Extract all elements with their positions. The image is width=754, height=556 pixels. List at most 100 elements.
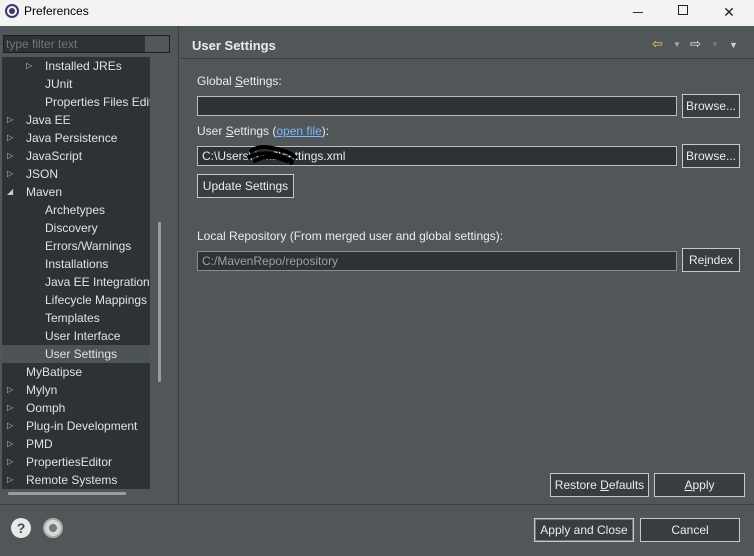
collapsed-chevron-icon[interactable]: ▷: [7, 417, 17, 435]
tree-item-label: JavaScript: [26, 149, 83, 163]
collapsed-chevron-icon[interactable]: ▷: [7, 399, 17, 417]
tree-item-label: Remote Systems: [26, 473, 118, 487]
tree-item[interactable]: ▷ Mylyn: [2, 381, 150, 399]
user-settings-label: User Settings (open file):: [197, 124, 329, 138]
tree-item-label: JUnit: [45, 77, 73, 91]
title-bar: Preferences ✕: [0, 0, 754, 26]
tree-item[interactable]: MyBatipse: [2, 363, 150, 381]
tree-item[interactable]: ▷ Remote Systems: [2, 471, 150, 489]
user-browse-button[interactable]: Browse...: [682, 144, 740, 168]
tree-item-label: User Interface: [45, 329, 121, 343]
tree-item-label: PMD: [26, 437, 53, 451]
tree-item[interactable]: Installations: [2, 255, 150, 273]
filter-input[interactable]: [4, 36, 144, 52]
tree-item[interactable]: ▷ Plug-in Development: [2, 417, 150, 435]
tree-item-label: Java Persistence: [26, 131, 118, 145]
tree-item-label: Archetypes: [45, 203, 106, 217]
local-repository-label: Local Repository (From merged user and g…: [197, 229, 504, 243]
back-arrow-icon[interactable]: ⇦: [652, 36, 663, 52]
tree-item[interactable]: Properties Files Editor: [2, 93, 150, 111]
tree-item[interactable]: Lifecycle Mappings: [2, 291, 150, 309]
user-settings-label-part: ettings (: [233, 124, 277, 138]
tree-item[interactable]: User Settings: [2, 345, 150, 363]
tree-item[interactable]: Discovery: [2, 219, 150, 237]
restore-defaults-button[interactable]: Restore Defaults: [550, 473, 649, 497]
tree-item-label: Installations: [45, 257, 109, 271]
tree-vertical-scrollbar[interactable]: [158, 222, 161, 382]
user-settings-mnemonic: S: [225, 124, 234, 138]
help-icon[interactable]: ?: [11, 518, 31, 538]
apply-label-part: pply: [692, 478, 715, 492]
close-window-button[interactable]: ✕: [706, 0, 752, 26]
restore-defaults-label-part: efaults: [608, 478, 645, 492]
cancel-button[interactable]: Cancel: [640, 518, 740, 542]
tree-item[interactable]: ▷ JSON: [2, 165, 150, 183]
tree-item[interactable]: ▷ PropertiesEditor: [2, 453, 150, 471]
tree-item[interactable]: ▷ JavaScript: [2, 147, 150, 165]
tree-item[interactable]: ▷ Oomph: [2, 399, 150, 417]
tree-item[interactable]: ▷ Java EE: [2, 111, 150, 129]
collapsed-chevron-icon[interactable]: ▷: [7, 147, 17, 165]
window-title: Preferences: [24, 4, 89, 18]
reindex-label-part: ndex: [706, 253, 734, 267]
tree-item[interactable]: User Interface: [2, 327, 150, 345]
collapsed-chevron-icon[interactable]: ▷: [7, 435, 17, 453]
maximize-icon: [678, 5, 688, 15]
pane-splitter[interactable]: [178, 26, 179, 504]
header-divider: [180, 58, 754, 59]
forward-history-chevron-icon[interactable]: ▼: [711, 40, 719, 56]
tree-horizontal-scrollbar[interactable]: [8, 492, 126, 495]
close-icon: ✕: [723, 4, 735, 20]
tree-item-label: Mylyn: [26, 383, 58, 397]
reindex-label-part: Re: [688, 253, 705, 267]
apply-button[interactable]: Apply: [654, 473, 745, 497]
apply-mnemonic: A: [684, 478, 693, 492]
footer-divider: [0, 504, 754, 505]
apply-and-close-button[interactable]: Apply and Close: [534, 518, 634, 542]
tree-item[interactable]: ▷ PMD: [2, 435, 150, 453]
tree-item-label: MyBatipse: [26, 365, 83, 379]
global-settings-mnemonic: S: [235, 74, 244, 88]
collapsed-chevron-icon[interactable]: ▷: [7, 111, 17, 129]
tree-item-label: Templates: [45, 311, 100, 325]
tree-item[interactable]: Archetypes: [2, 201, 150, 219]
collapsed-chevron-icon[interactable]: ▷: [7, 453, 17, 471]
collapsed-chevron-icon[interactable]: ▷: [7, 381, 17, 399]
tree-item[interactable]: ▷ Installed JREs: [2, 57, 150, 75]
collapsed-chevron-icon[interactable]: ▷: [26, 57, 36, 75]
expanded-chevron-icon[interactable]: ◢: [7, 183, 17, 201]
open-file-link[interactable]: open file: [276, 124, 321, 138]
tree-item-label: Errors/Warnings: [45, 239, 132, 253]
minimize-button[interactable]: [615, 0, 661, 26]
view-menu-icon[interactable]: ▼: [729, 40, 738, 56]
page-title: User Settings: [192, 38, 276, 53]
tree-item[interactable]: Templates: [2, 309, 150, 327]
forward-arrow-icon[interactable]: ⇨: [690, 36, 701, 52]
global-settings-field[interactable]: [197, 96, 677, 116]
update-settings-button[interactable]: Update Settings: [197, 174, 294, 198]
global-browse-button[interactable]: Browse...: [682, 94, 740, 118]
tree-item[interactable]: Errors/Warnings: [2, 237, 150, 255]
reindex-button[interactable]: Reindex: [682, 248, 740, 272]
collapsed-chevron-icon[interactable]: ▷: [7, 129, 17, 147]
tree-item[interactable]: ◢ Maven: [2, 183, 150, 201]
redaction-scribble: [247, 145, 297, 165]
tree-item-label: Installed JREs: [45, 59, 122, 73]
back-history-chevron-icon[interactable]: ▼: [673, 40, 681, 56]
import-export-prefs-icon[interactable]: [43, 518, 63, 538]
tree-item-label: JSON: [26, 167, 59, 181]
restore-defaults-mnemonic: D: [600, 478, 609, 492]
preferences-nav-pane: ▷ Installed JREs JUnit Properties Files Edi…: [0, 26, 170, 504]
preferences-tree[interactable]: ▷ Installed JREs JUnit Properties Files Edi…: [2, 57, 150, 489]
filter-clear-icon[interactable]: [145, 36, 169, 52]
tree-item[interactable]: JUnit: [2, 75, 150, 93]
user-settings-label-part: User: [197, 124, 226, 138]
global-settings-label-part: Global: [197, 74, 236, 88]
tree-item-label: Discovery: [45, 221, 98, 235]
collapsed-chevron-icon[interactable]: ▷: [7, 471, 17, 489]
tree-item[interactable]: Java EE Integration: [2, 273, 150, 291]
filter-box: [3, 35, 170, 53]
tree-item[interactable]: ▷ Java Persistence: [2, 129, 150, 147]
maximize-button[interactable]: [660, 0, 706, 26]
collapsed-chevron-icon[interactable]: ▷: [7, 165, 17, 183]
